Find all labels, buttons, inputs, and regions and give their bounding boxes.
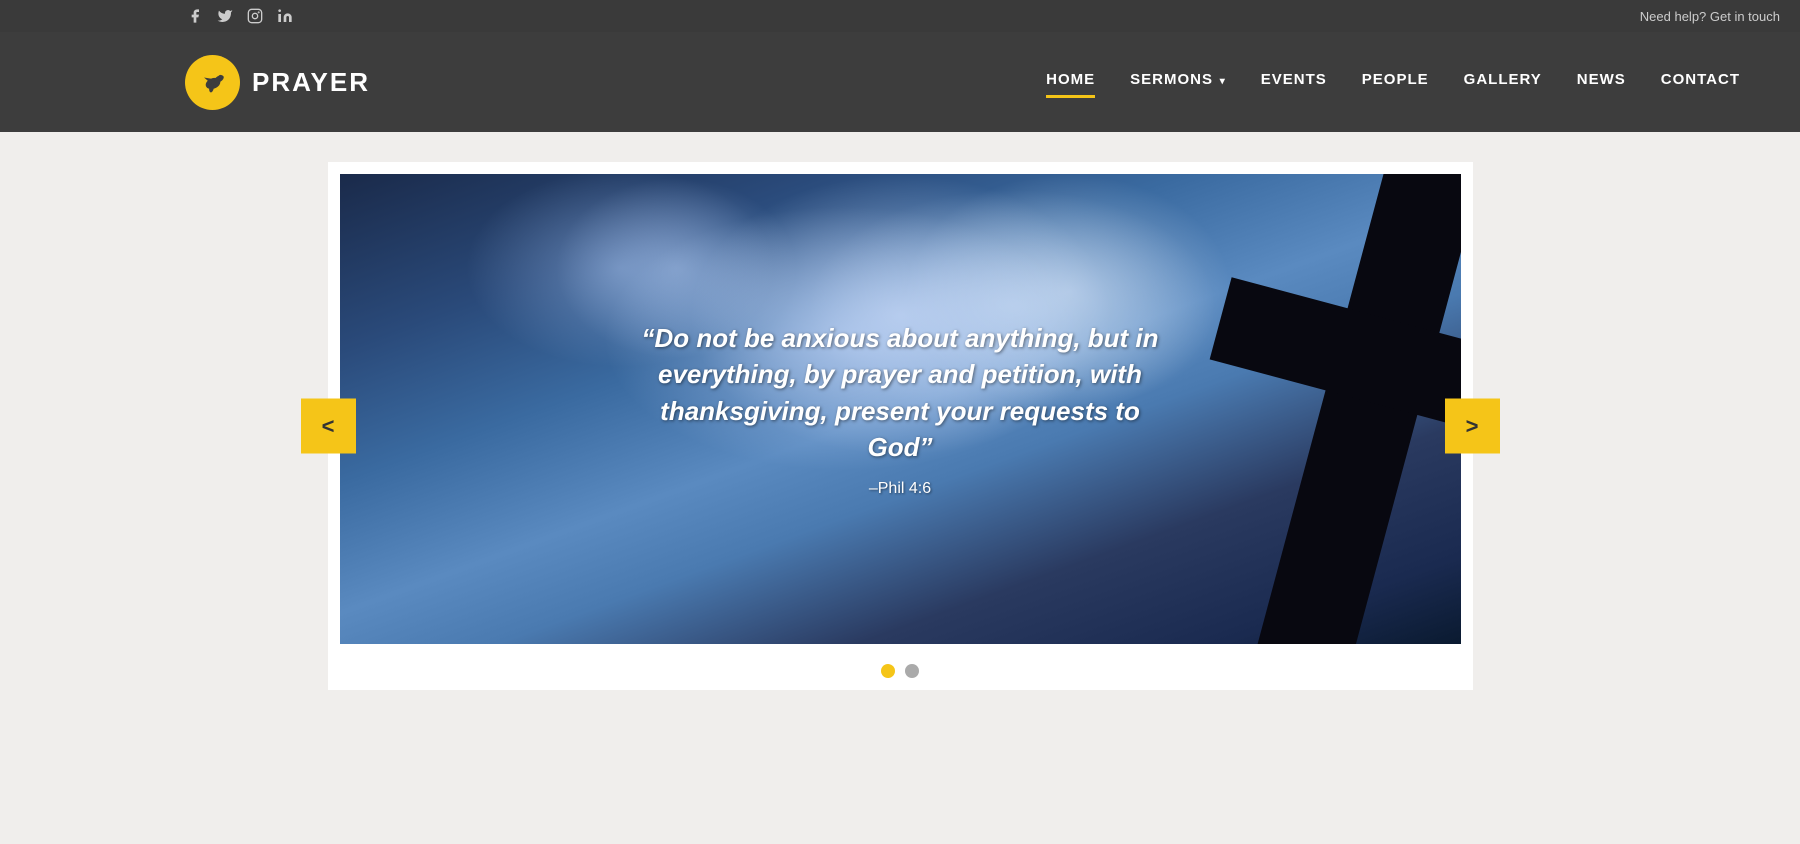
linkedin-icon[interactable] [275,6,295,26]
top-bar: Need help? Get in touch [0,0,1800,32]
slider-dots [340,664,1461,678]
nav-news[interactable]: NEWS [1577,71,1626,93]
slider-dot-2[interactable] [905,664,919,678]
nav-contact[interactable]: CONTACT [1661,71,1740,93]
social-icons [185,6,295,26]
sermons-dropdown-arrow: ▾ [1216,76,1226,87]
slider-wrapper: < “D [328,162,1473,690]
nav-menu: HOME SERMONS ▾ EVENTS PEOPLE GALLERY NEW… [1046,71,1740,93]
nav-events[interactable]: EVENTS [1261,71,1327,93]
logo[interactable]: PRAYER [185,55,370,110]
twitter-icon[interactable] [215,6,235,26]
quote-text: “Do not be anxious about anything, but i… [630,320,1170,466]
slider-dot-1[interactable] [881,664,895,678]
help-text: Need help? Get in touch [1640,9,1780,24]
slider-prev-button[interactable]: < [301,399,356,454]
instagram-icon[interactable] [245,6,265,26]
slide-quote: “Do not be anxious about anything, but i… [550,320,1250,499]
nav-sermons[interactable]: SERMONS ▾ [1130,71,1226,93]
logo-text: PRAYER [252,67,370,98]
header: PRAYER HOME SERMONS ▾ EVENTS PEOPLE GALL… [0,32,1800,132]
slide-1: “Do not be anxious about anything, but i… [340,174,1461,644]
main-content: < “D [0,132,1800,844]
nav-gallery[interactable]: GALLERY [1464,71,1542,93]
slider-next-button[interactable]: > [1445,399,1500,454]
facebook-icon[interactable] [185,6,205,26]
quote-reference: –Phil 4:6 [630,480,1170,498]
logo-circle [185,55,240,110]
slider-container: “Do not be anxious about anything, but i… [340,174,1461,644]
nav-home[interactable]: HOME [1046,71,1095,93]
nav-people[interactable]: PEOPLE [1362,71,1429,93]
